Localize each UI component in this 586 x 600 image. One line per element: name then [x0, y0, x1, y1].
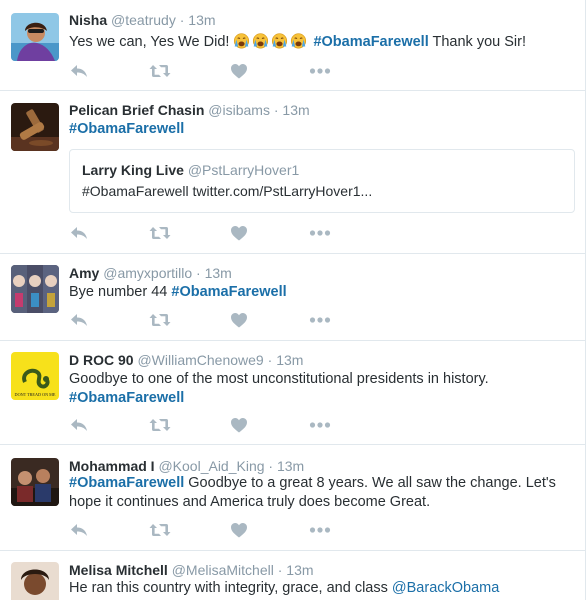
tweet-text: #ObamaFarewell Goodbye to a great 8 year… — [69, 474, 574, 512]
tweet-item[interactable]: Pelican Brief Chasin @isibams · 13m #Oba… — [0, 91, 586, 254]
avatar-caption: DONT TREAD ON ME — [15, 392, 56, 397]
tweet-text-segment: Goodbye to a great 8 years. We all saw t… — [188, 475, 556, 491]
retweet-icon[interactable] — [149, 522, 171, 542]
hashtag-link[interactable]: #ObamaFarewell — [69, 390, 184, 406]
timestamp[interactable]: 13m — [205, 265, 232, 281]
reply-icon[interactable] — [69, 312, 91, 332]
quoted-tweet-text: #ObamaFarewell twitter.com/PstLarryHover… — [82, 183, 373, 199]
timestamp[interactable]: 13m — [286, 562, 313, 578]
retweet-icon[interactable] — [149, 225, 171, 245]
more-icon[interactable] — [309, 316, 331, 336]
author-name[interactable]: D ROC 90 — [69, 352, 134, 368]
heart-icon[interactable] — [230, 522, 252, 542]
tweet-item[interactable]: DONT TREAD ON ME D ROC 90 @WilliamChenow… — [0, 341, 586, 445]
quoted-tweet-header: Larry King Live @PstLarryHover1 — [82, 162, 299, 178]
tweet-text: #ObamaFarewell — [69, 120, 574, 139]
avatar[interactable]: DONT TREAD ON ME — [11, 352, 59, 400]
author-name[interactable]: Mohammad I — [69, 458, 155, 474]
tweet-actions — [69, 223, 349, 243]
more-icon[interactable] — [309, 67, 331, 87]
hashtag-link[interactable]: #ObamaFarewell — [69, 121, 184, 137]
avatar[interactable] — [11, 103, 59, 151]
author-handle[interactable]: @teatrudy — [111, 12, 176, 28]
more-icon[interactable] — [309, 526, 331, 546]
tweet-text: He ran this country with integrity, grac… — [69, 579, 574, 598]
tweet-text-line: hope it continues and America truly does… — [69, 494, 431, 510]
tweet-text-segment: Bye number 44 — [69, 284, 168, 300]
tweet-item[interactable]: Melisa Mitchell @MelisaMitchell · 13m He… — [0, 551, 586, 600]
tweet-header: Amy @amyxportillo · 13m — [69, 264, 232, 282]
tweet-actions — [69, 520, 349, 540]
crying-face-emoji-icon — [290, 32, 307, 49]
avatar[interactable] — [11, 13, 59, 61]
tweet-header: Nisha @teatrudy · 13m — [69, 11, 216, 29]
mention-link[interactable]: @BarackObama — [392, 580, 499, 596]
author-name[interactable]: Pelican Brief Chasin — [69, 102, 204, 118]
reply-icon[interactable] — [69, 417, 91, 437]
avatar[interactable] — [11, 562, 59, 600]
author-name[interactable]: Melisa Mitchell — [69, 562, 168, 578]
quoted-author-name: Larry King Live — [82, 162, 184, 178]
crying-emoji-group — [233, 34, 313, 50]
avatar[interactable] — [11, 265, 59, 313]
separator: · — [196, 265, 201, 281]
quoted-author-handle: @PstLarryHover1 — [187, 162, 300, 178]
author-name[interactable]: Nisha — [69, 12, 107, 28]
heart-icon[interactable] — [230, 63, 252, 83]
tweet-header: Mohammad I @Kool_Aid_King · 13m — [69, 457, 304, 475]
hashtag-link[interactable]: #ObamaFarewell — [171, 284, 286, 300]
tweet-actions — [69, 415, 349, 435]
heart-icon[interactable] — [230, 225, 252, 245]
author-handle[interactable]: @amyxportillo — [103, 265, 192, 281]
tweet-actions — [69, 61, 349, 81]
heart-icon[interactable] — [230, 417, 252, 437]
tweet-item[interactable]: Mohammad I @Kool_Aid_King · 13m #ObamaFa… — [0, 445, 586, 551]
tweet-header: Pelican Brief Chasin @isibams · 13m — [69, 101, 310, 119]
tweet-text-segment: Yes we can, Yes We Did! — [69, 34, 230, 50]
crying-face-emoji-icon — [252, 32, 269, 49]
retweet-icon[interactable] — [149, 312, 171, 332]
tweet-text: Yes we can, Yes We Did! #ObamaFarewell T… — [69, 32, 574, 52]
separator: · — [277, 562, 283, 578]
tweet-actions — [69, 310, 349, 330]
tweet-text-line: Goodbye to one of the most unconstitutio… — [69, 371, 489, 387]
avatar[interactable] — [11, 458, 59, 506]
crying-face-emoji-icon — [271, 32, 288, 49]
separator: · — [273, 102, 279, 118]
tweet-text: Bye number 44 #ObamaFarewell — [69, 283, 574, 302]
tweet-text: Goodbye to one of the most unconstitutio… — [69, 370, 574, 408]
more-icon[interactable] — [309, 421, 331, 441]
tweet-header: Melisa Mitchell @MelisaMitchell · 13m — [69, 561, 314, 579]
heart-icon[interactable] — [230, 312, 252, 332]
author-name[interactable]: Amy — [69, 265, 99, 281]
timestamp[interactable]: 13m — [188, 12, 215, 28]
author-handle[interactable]: @MelisaMitchell — [172, 562, 274, 578]
separator: · — [267, 352, 273, 368]
author-handle[interactable]: @Kool_Aid_King — [158, 458, 264, 474]
author-handle[interactable]: @WilliamChenowe9 — [137, 352, 263, 368]
tweet-header: D ROC 90 @WilliamChenowe9 · 13m — [69, 351, 303, 369]
reply-icon[interactable] — [69, 522, 91, 542]
reply-icon[interactable] — [69, 63, 91, 83]
tweet-text-segment: Thank you Sir! — [432, 34, 527, 50]
more-icon[interactable] — [309, 229, 331, 249]
separator: · — [179, 12, 185, 28]
retweet-icon[interactable] — [149, 63, 171, 83]
timestamp[interactable]: 13m — [276, 352, 303, 368]
separator: · — [268, 458, 274, 474]
crying-face-emoji-icon — [233, 32, 250, 49]
hashtag-link[interactable]: #ObamaFarewell — [69, 475, 184, 491]
retweet-icon[interactable] — [149, 417, 171, 437]
hashtag-link[interactable]: #ObamaFarewell — [313, 34, 428, 50]
tweet-item[interactable]: Amy @amyxportillo · 13m Bye number 44 #O… — [0, 254, 586, 341]
timestamp[interactable]: 13m — [282, 102, 309, 118]
tweet-text-segment: He ran this country with integrity, grac… — [69, 580, 388, 596]
timestamp[interactable]: 13m — [277, 458, 304, 474]
author-handle[interactable]: @isibams — [208, 102, 270, 118]
tweet-feed: Nisha @teatrudy · 13m Yes we can, Yes We… — [0, 0, 586, 600]
quoted-tweet[interactable]: Larry King Live @PstLarryHover1 #ObamaFa… — [69, 149, 575, 213]
tweet-item[interactable]: Nisha @teatrudy · 13m Yes we can, Yes We… — [0, 0, 586, 91]
reply-icon[interactable] — [69, 225, 91, 245]
